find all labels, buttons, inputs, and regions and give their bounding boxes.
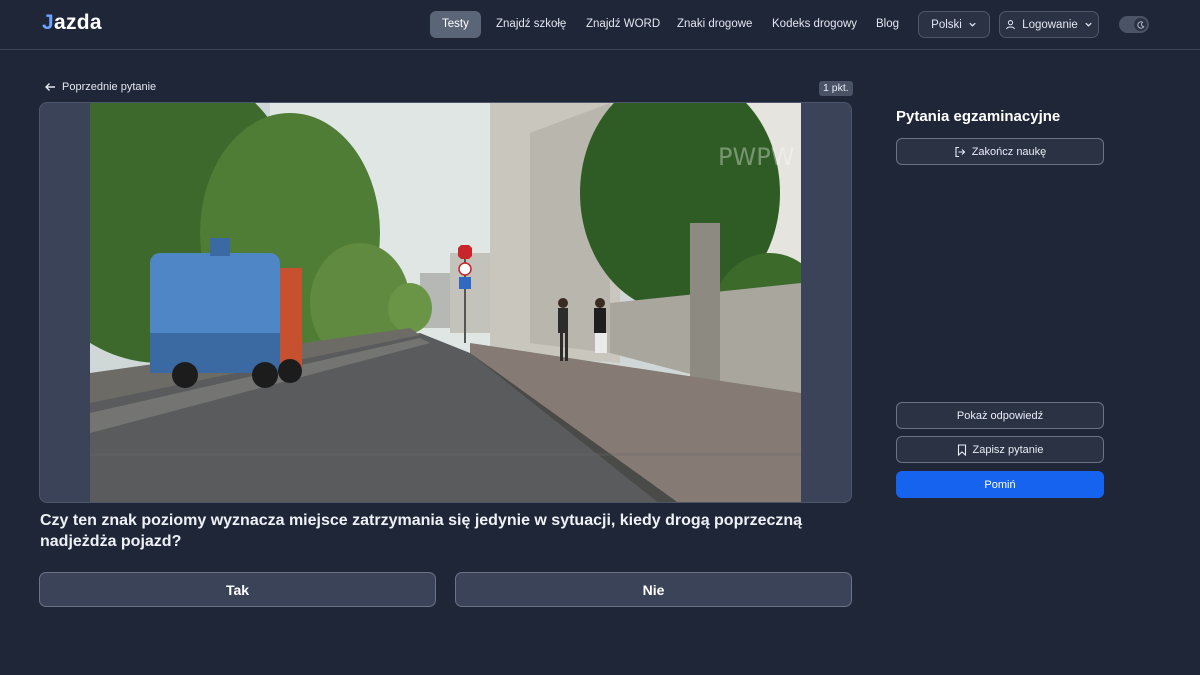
skip-button[interactable]: Pomiń — [896, 471, 1104, 498]
previous-question-link[interactable]: Poprzednie pytanie — [44, 81, 156, 93]
answer-no-button[interactable]: Nie — [455, 572, 852, 607]
bookmark-icon — [957, 443, 966, 456]
end-learning-label: Zakończ naukę — [971, 145, 1047, 158]
user-icon — [1006, 20, 1016, 30]
nav-item-blog[interactable]: Blog — [864, 11, 911, 38]
login-label: Logowanie — [1022, 18, 1078, 31]
logout-icon — [955, 146, 965, 157]
chevron-down-icon — [1085, 22, 1092, 27]
theme-toggle[interactable] — [1119, 16, 1149, 33]
street-scene-image: PWPW — [90, 103, 801, 502]
logo-mark: J — [42, 11, 54, 34]
skip-label: Pomiń — [984, 478, 1016, 491]
nav-item-testy[interactable]: Testy — [430, 11, 481, 38]
media-watermark: PWPW — [718, 143, 794, 171]
logo-text: azda — [53, 11, 102, 34]
chevron-down-icon — [969, 22, 976, 27]
save-question-button[interactable]: Zapisz pytanie — [896, 436, 1104, 463]
nav-item-road-signs[interactable]: Znaki drogowe — [665, 11, 764, 38]
show-answer-label: Pokaż odpowiedź — [956, 409, 1044, 422]
language-select[interactable]: Polski — [918, 11, 990, 38]
show-answer-button[interactable]: Pokaż odpowiedź — [896, 402, 1104, 429]
arrow-left-icon — [45, 83, 55, 91]
end-learning-button[interactable]: Zakończ naukę — [896, 138, 1104, 165]
nav-item-find-school[interactable]: Znajdź szkołę — [484, 11, 578, 38]
top-navbar: Jazda Testy Znajdź szkołę Znajdź WORD Zn… — [0, 0, 1200, 50]
previous-question-label: Poprzednie pytanie — [62, 81, 157, 93]
points-badge: 1 pkt. — [819, 81, 853, 96]
brand-logo[interactable]: Jazda — [42, 11, 102, 35]
answer-yes-button[interactable]: Tak — [39, 572, 436, 607]
moon-icon — [1134, 18, 1147, 31]
save-question-label: Zapisz pytanie — [972, 443, 1044, 456]
sidebar-title: Pytania egzaminacyjne — [896, 108, 1061, 125]
login-button[interactable]: Logowanie — [999, 11, 1099, 38]
question-text: Czy ten znak poziomy wyznacza miejsce za… — [40, 512, 803, 550]
question-media: PWPW — [39, 102, 852, 503]
language-label: Polski — [931, 18, 962, 31]
nav-item-traffic-code[interactable]: Kodeks drogowy — [760, 11, 869, 38]
nav-item-find-word[interactable]: Znajdź WORD — [574, 11, 672, 38]
